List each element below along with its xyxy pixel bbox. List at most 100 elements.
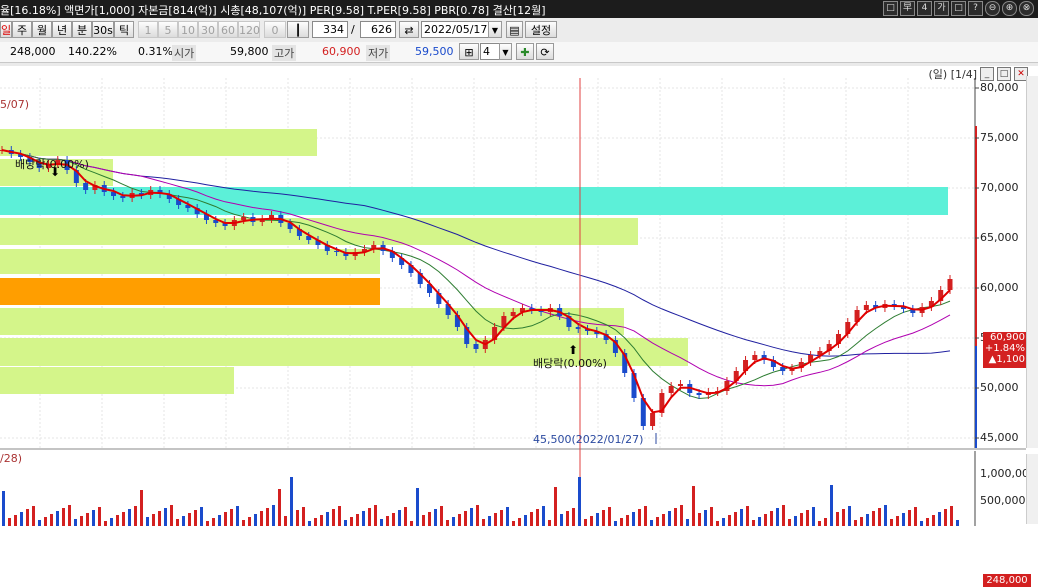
minute-1-button[interactable]: 1 (138, 21, 158, 38)
settings-button[interactable]: 설정 (525, 21, 557, 38)
window-4-button[interactable]: 4 (917, 1, 932, 16)
grid-count-input[interactable]: 4 (480, 43, 500, 60)
pane-header: (일) [1/4] _ □ ✕ (929, 66, 1028, 82)
current-price-box: 60,900 +1.84% ▲1,100 (983, 332, 1027, 368)
refresh-data-icon[interactable]: ⇄ (399, 21, 419, 38)
volume-bar (26, 509, 29, 526)
add-indicator-icon[interactable]: ✚ (516, 43, 534, 60)
volume-bar (158, 511, 161, 526)
volume-bar (146, 517, 149, 526)
window-pin-button[interactable]: 早 (900, 1, 915, 16)
volume-bar (320, 515, 323, 526)
period-week-button[interactable]: 주 (12, 21, 32, 38)
minute-60-button[interactable]: 60 (218, 21, 238, 38)
volume-bar (530, 512, 533, 526)
custom-period-input[interactable]: 0 (264, 21, 286, 38)
candle-body (473, 344, 479, 349)
volume-bar (650, 520, 653, 526)
price-zone-band (0, 249, 380, 274)
price-zone-band (0, 129, 317, 156)
candle-body (780, 367, 786, 371)
pane-restore-icon[interactable]: □ (997, 67, 1011, 81)
volume-bar (512, 521, 515, 526)
grid-layout-icon[interactable]: ⊞ (459, 43, 479, 60)
candle-body (668, 386, 674, 393)
volume-bar (602, 510, 605, 526)
close-icon[interactable]: ⊗ (1019, 1, 1034, 16)
volume-bar (128, 509, 131, 526)
dividend-annotation-2: 배당락(0.00%) (533, 357, 607, 370)
minute-120-button[interactable]: 120 (238, 21, 260, 38)
change-rate: 0.31% (138, 45, 173, 58)
volume-bar (488, 516, 491, 526)
volume-bar (74, 519, 77, 526)
volume-bar (308, 521, 311, 526)
slider-handle[interactable]: ┃ (287, 21, 309, 38)
volume-bar (224, 512, 227, 526)
candle-body (947, 279, 953, 290)
volume-bar (434, 509, 437, 526)
dividend-annotation-1: 배당락(0.00%) (15, 158, 89, 171)
volume-bar (290, 477, 293, 526)
volume-bar (500, 510, 503, 526)
price-tick-label: 80,000 (980, 81, 1019, 94)
minute-10-button[interactable]: 10 (178, 21, 198, 38)
current-change: ▲1,100 (988, 354, 1025, 365)
window-restore-button[interactable]: □ (951, 1, 966, 16)
volume-pane-scrollbar[interactable] (1026, 454, 1038, 524)
volume-bar (68, 505, 71, 526)
volume-bar (878, 508, 881, 526)
volume-bar (884, 505, 887, 526)
volume-bar (110, 518, 113, 526)
volume-bar (704, 510, 707, 526)
minute-30-button[interactable]: 30 (198, 21, 218, 38)
help-button[interactable]: ? (968, 1, 983, 16)
volume-bar (524, 515, 527, 526)
window-tile-button[interactable]: □ (883, 1, 898, 16)
volume-bar (818, 521, 821, 526)
volume-bar (764, 514, 767, 526)
grid-dropdown-icon[interactable]: ▼ (499, 43, 512, 60)
calculator-icon[interactable]: ▤ (506, 21, 523, 38)
maximize-icon[interactable]: ⊕ (1002, 1, 1017, 16)
period-minute-button[interactable]: 분 (72, 21, 92, 38)
high-value: 60,900 (322, 45, 361, 58)
candle-body (241, 217, 247, 220)
volume-bar (176, 519, 179, 526)
minute-5-button[interactable]: 5 (158, 21, 178, 38)
period-30s-button[interactable]: 30s (92, 21, 114, 38)
volume-bar (404, 507, 407, 526)
date-input[interactable]: 2022/05/17 (421, 21, 489, 38)
current-price: 60,900 (990, 332, 1025, 343)
volume-bar (632, 512, 635, 526)
volume-bar (596, 513, 599, 526)
volume-bar (332, 509, 335, 526)
volume-bar (578, 477, 581, 526)
reset-icon[interactable]: ⟳ (536, 43, 554, 60)
volume-bar (338, 506, 341, 526)
volume-bar (188, 513, 191, 526)
minimize-icon[interactable]: ⊖ (985, 1, 1000, 16)
volume-bar (452, 517, 455, 526)
volume-bar (62, 508, 65, 526)
stock-info-bar: 율[16.18%] 액면가[1,000] 자본금[814(억)] 시총[48,1… (0, 0, 1038, 18)
display-count-input[interactable]: 334 (312, 21, 348, 38)
volume-bar (926, 518, 929, 526)
period-tick-button[interactable]: 틱 (114, 21, 134, 38)
volume-bar (50, 514, 53, 526)
chart-pane[interactable]: ⬇ ⬆ (일) [1/4] _ □ ✕ 5/07) 배당락(0.00%) 배당락(… (0, 66, 1038, 587)
volume-bar (638, 509, 641, 526)
font-size-button[interactable]: 가 (934, 1, 949, 16)
candle-body (752, 355, 758, 360)
period-day-button[interactable]: 일 (0, 21, 12, 38)
price-chart-svg[interactable]: ⬇⬆ (0, 66, 1038, 528)
pane-minimize-icon[interactable]: _ (980, 67, 994, 81)
date-dropdown-icon[interactable]: ▼ (488, 21, 502, 38)
period-month-button[interactable]: 월 (32, 21, 52, 38)
volume-bar (740, 509, 743, 526)
period-year-button[interactable]: 년 (52, 21, 72, 38)
volume-bar (572, 508, 575, 526)
vol-tick-500k: 500,000 (980, 494, 1026, 507)
low-price-annotation: 45,500(2022/01/27) (533, 433, 644, 446)
price-pane-scrollbar[interactable] (1026, 76, 1038, 448)
